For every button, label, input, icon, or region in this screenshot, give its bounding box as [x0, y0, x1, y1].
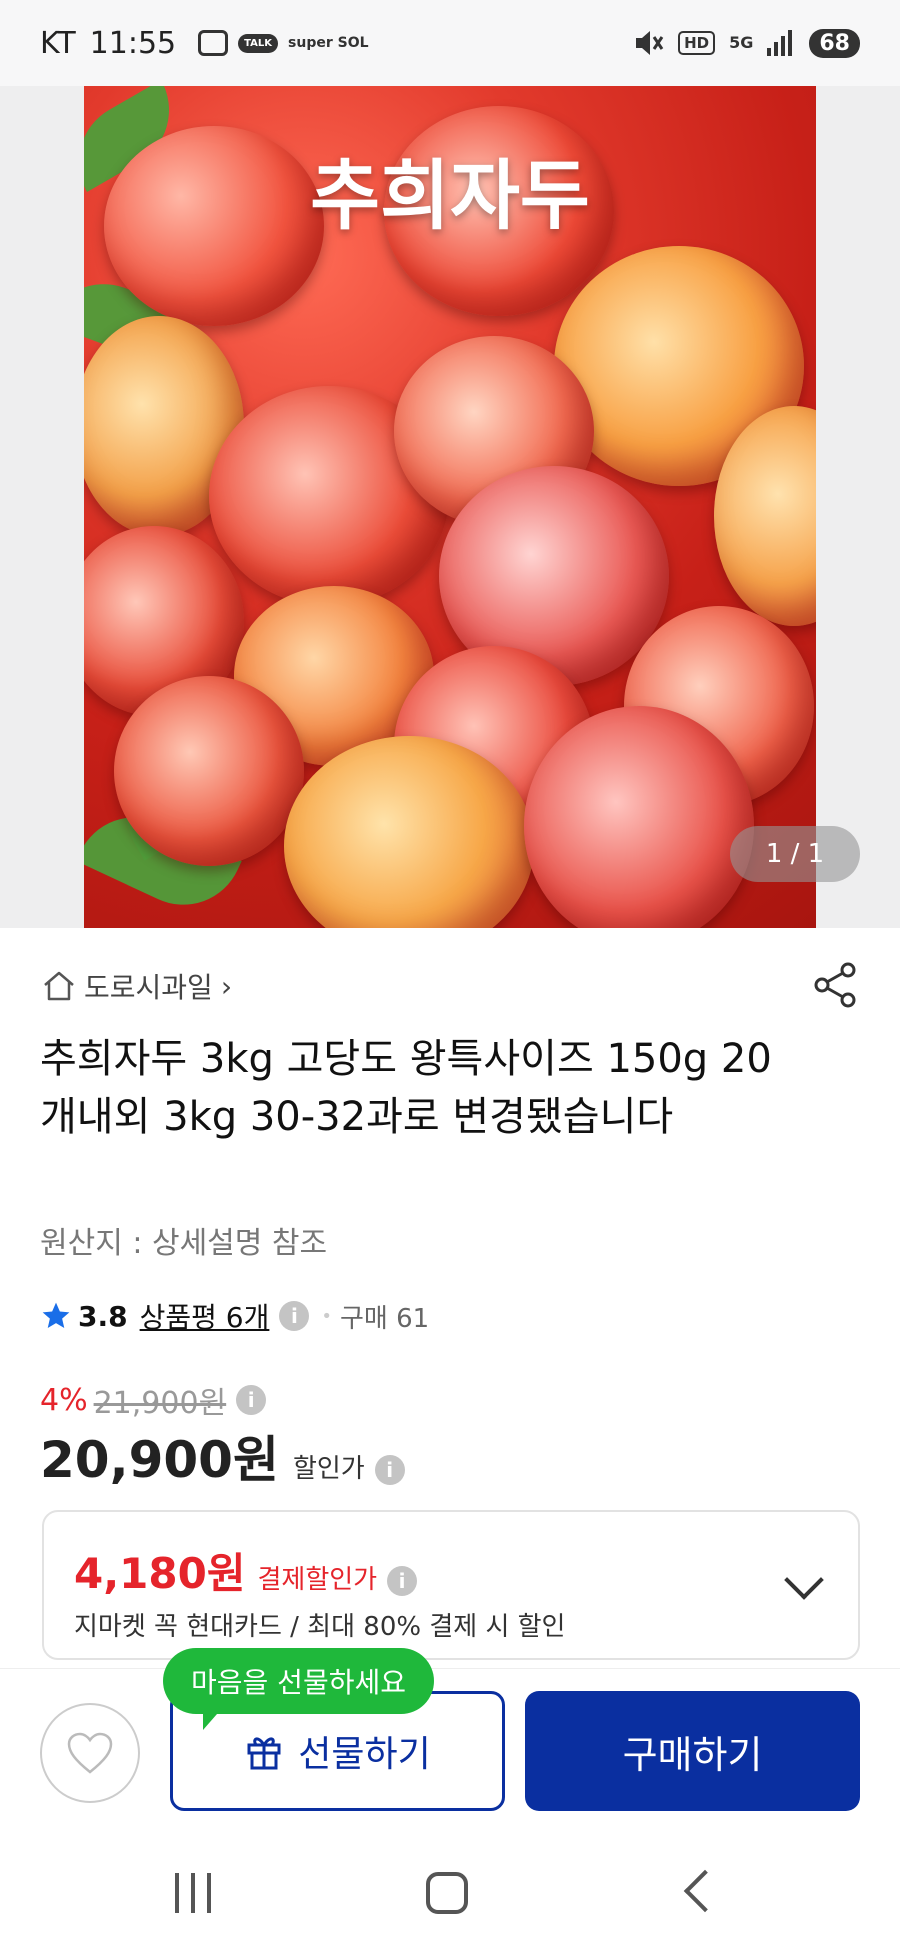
wishlist-button[interactable] [40, 1703, 140, 1803]
status-left: KT 11:55 TALK super SOL [40, 26, 369, 61]
purchase-count: 구매 61 [340, 1303, 430, 1334]
info-icon[interactable]: i [374, 1455, 405, 1485]
home-icon [44, 971, 74, 1001]
origin-text: 원산지 : 상세설명 참조 [40, 1226, 328, 1261]
info-icon[interactable]: i [279, 1301, 310, 1331]
buy-button[interactable]: 구매하기 [525, 1691, 860, 1811]
info-icon[interactable]: i [236, 1385, 267, 1415]
star-icon [42, 1302, 70, 1328]
back-button[interactable] [683, 1869, 727, 1913]
chevron-right-icon: › [220, 969, 233, 1003]
original-price: 21,900원 [93, 1386, 227, 1421]
product-image[interactable]: 추희자두 [84, 86, 816, 928]
discount-rate: 4% [40, 1382, 88, 1418]
home-button[interactable] [426, 1872, 468, 1914]
screenshot-icon [198, 30, 229, 56]
sale-price-label: 할인가 [292, 1454, 365, 1484]
notification-icons: TALK super SOL [198, 30, 369, 56]
product-title: 추희자두 3kg 고당도 왕특사이즈 150g 20개내외 3kg 30-32과… [40, 1036, 772, 1140]
sale-price: 20,900원 [40, 1431, 279, 1489]
system-nav-bar [0, 1820, 900, 1950]
plum [114, 676, 304, 866]
network-icon: 5G [729, 33, 754, 52]
separator-dot: • [321, 1305, 332, 1327]
store-name[interactable]: 도로시과일 [84, 966, 213, 1006]
info-icon[interactable]: i [387, 1566, 418, 1596]
mute-icon [636, 31, 664, 55]
bottom-action-bar: 선물하기 구매하기 [0, 1668, 900, 1820]
heart-icon [67, 1732, 113, 1774]
review-count-link[interactable]: 상품평 6개 [140, 1296, 270, 1336]
share-icon[interactable] [810, 960, 860, 1010]
store-breadcrumb[interactable]: 도로시과일 › [42, 966, 232, 1006]
hd-icon: HD [678, 31, 716, 55]
image-counter: 1 / 1 [730, 826, 860, 882]
battery-indicator: 68 [809, 28, 860, 58]
discount-row: 4% 21,900원 i [40, 1378, 267, 1422]
card-price-row: 4,180원 결제할인가 i [74, 1540, 418, 1601]
status-right: HD 5G 68 [634, 28, 860, 58]
gift-button-label: 선물하기 [298, 1734, 431, 1775]
clock: 11:55 [89, 25, 177, 61]
gift-tooltip: 마음을 선물하세요 [163, 1648, 434, 1730]
talk-icon: TALK [238, 33, 279, 53]
sol-icon: super SOL [288, 34, 369, 51]
card-discount-label: 결제할인가 [257, 1565, 378, 1595]
recent-apps-button[interactable] [175, 1873, 211, 1913]
rating-score: 3.8 [78, 1299, 128, 1333]
product-image-gallery[interactable]: 추희자두 1 / 1 [0, 86, 900, 928]
card-discount-price: 4,180원 [74, 1549, 246, 1598]
carrier-label: KT [40, 25, 76, 61]
chevron-down-icon[interactable] [784, 1560, 824, 1600]
card-discount-description: 지마켓 꼭 현대카드 / 최대 80% 결제 시 할인 [74, 1612, 566, 1642]
rating-row: 3.8 상품평 6개 i • 구매 61 [40, 1296, 429, 1336]
sale-price-row: 20,900원 할인가 i [40, 1420, 405, 1492]
signal-icon [767, 30, 793, 56]
gift-icon [247, 1737, 281, 1770]
card-discount-box[interactable]: 4,180원 결제할인가 i 지마켓 꼭 현대카드 / 최대 80% 결제 시 … [42, 1510, 860, 1660]
status-bar: KT 11:55 TALK super SOL HD 5G 68 [0, 0, 900, 86]
image-title-text: 추희자두 [310, 151, 590, 240]
